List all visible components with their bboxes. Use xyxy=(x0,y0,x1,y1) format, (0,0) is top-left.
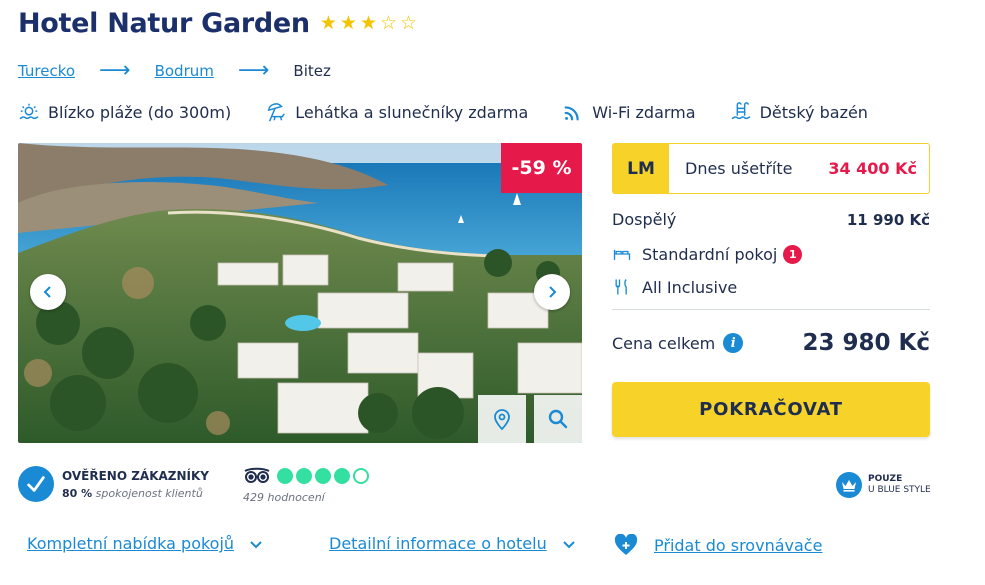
star-empty-icon: ☆ xyxy=(379,12,398,34)
adults-amount: 11 990 Kč xyxy=(846,210,930,229)
breadcrumb-region-link[interactable]: Bodrum xyxy=(155,62,214,80)
continue-button[interactable]: POKRAČOVAT xyxy=(612,382,930,437)
satisfaction: 80 % spokojenost klientů xyxy=(62,487,209,500)
blue-style-line2: U BLUE STYLE xyxy=(868,485,931,495)
rooms-offer-link[interactable]: Kompletní nabídka pokojů xyxy=(27,534,264,553)
verified-title: OVĚŘENO ZÁKAZNÍKY xyxy=(62,468,209,483)
feature-sunbeds: Lehátka a slunečníky zdarma xyxy=(265,101,528,123)
bubble-empty xyxy=(353,468,369,484)
review-count: 429 hodnocení xyxy=(243,491,325,504)
verified-reviews: OVĚŘENO ZÁKAZNÍKY 80 % spokojenost klien… xyxy=(18,466,209,502)
save-amount: 34 400 Kč xyxy=(828,159,917,178)
arrow-right-icon: ⟶ xyxy=(99,58,131,83)
add-to-compare-link[interactable]: Přidat do srovnávače xyxy=(614,534,822,556)
hotel-header: Hotel Natur Garden ★ ★ ★ ☆ ☆ xyxy=(18,8,417,39)
zoom-button[interactable] xyxy=(534,395,582,443)
lm-badge: LM xyxy=(613,144,669,193)
feature-label: Wi-Fi zdarma xyxy=(592,102,696,122)
crown-icon xyxy=(836,472,862,498)
divider xyxy=(612,309,930,310)
last-minute-box: LM Dnes ušetříte 34 400 Kč xyxy=(612,143,930,194)
star-rating: ★ ★ ★ ☆ ☆ xyxy=(320,14,417,33)
hotel-title: Hotel Natur Garden xyxy=(18,8,310,39)
total-row: Cena celkem i 23 980 Kč xyxy=(612,330,930,356)
price-panel: LM Dnes ušetříte 34 400 Kč Dospělý 11 99… xyxy=(612,143,930,437)
satisfaction-value: 80 % xyxy=(62,486,93,500)
star-filled-icon: ★ xyxy=(319,12,337,34)
room-count-badge: 1 xyxy=(783,244,803,264)
feature-beach: Blízko pláže (do 300m) xyxy=(18,101,231,123)
room-label: Standardní pokoj xyxy=(642,244,778,264)
save-label: Dnes ušetříte xyxy=(685,159,793,178)
gallery-next-button[interactable] xyxy=(534,274,570,310)
feature-label: Lehátka a slunečníky zdarma xyxy=(295,102,529,122)
feature-label: Dětský bazén xyxy=(759,102,868,122)
wifi-icon xyxy=(564,106,579,121)
pool-icon xyxy=(731,102,750,120)
checkmark-icon xyxy=(18,466,54,502)
adults-row: Dospělý 11 990 Kč xyxy=(612,210,930,229)
blue-style-line1: POUZE xyxy=(868,474,903,484)
room-row[interactable]: Standardní pokoj 1 xyxy=(612,244,930,264)
map-button[interactable] xyxy=(478,395,526,443)
board-row: All Inclusive xyxy=(612,277,930,297)
magnifier-icon xyxy=(548,409,568,429)
rating-bubbles xyxy=(277,468,369,484)
feature-kids-pool: Dětský bazén xyxy=(730,101,868,123)
chevron-down-icon xyxy=(250,540,262,548)
chevron-left-icon xyxy=(43,286,51,298)
star-filled-icon: ★ xyxy=(339,12,357,34)
adults-label: Dospělý xyxy=(612,210,677,229)
sunbed-umbrella-icon xyxy=(267,103,286,122)
chevron-right-icon xyxy=(549,286,557,298)
blue-style-badge: POUZE U BLUE STYLE xyxy=(836,472,931,498)
photo-gallery[interactable]: -59 % xyxy=(18,143,582,443)
bed-icon xyxy=(613,249,631,260)
heart-plus-icon xyxy=(614,534,638,555)
gallery-prev-button[interactable] xyxy=(30,274,66,310)
map-pin-icon xyxy=(494,409,510,431)
total-amount: 23 980 Kč xyxy=(802,330,931,356)
info-icon[interactable]: i xyxy=(723,333,744,353)
bubble-filled xyxy=(296,468,312,484)
breadcrumb: Turecko ⟶ Bodrum ⟶ Bitez xyxy=(18,60,331,82)
bubble-filled xyxy=(315,468,331,484)
hotel-details-link[interactable]: Detailní informace o hotelu xyxy=(329,534,577,553)
feature-label: Blízko pláže (do 300m) xyxy=(48,102,232,122)
breadcrumb-country-link[interactable]: Turecko xyxy=(18,62,75,80)
breadcrumb-current: Bitez xyxy=(293,62,331,80)
star-empty-icon: ☆ xyxy=(400,12,418,34)
board-label: All Inclusive xyxy=(642,277,738,297)
add-to-compare-label: Přidat do srovnávače xyxy=(654,535,823,555)
hotel-details-label: Detailní informace o hotelu xyxy=(329,534,547,553)
discount-badge: -59 % xyxy=(501,143,582,193)
arrow-right-icon: ⟶ xyxy=(237,58,270,83)
total-label-group: Cena celkem i xyxy=(612,333,744,353)
feature-wifi: Wi-Fi zdarma xyxy=(562,101,696,123)
bubble-filled xyxy=(334,468,350,484)
hotel-features: Blízko pláže (do 300m) Lehátka a slunečn… xyxy=(18,101,902,123)
satisfaction-label: spokojenost klientů xyxy=(95,486,203,500)
rooms-offer-label: Kompletní nabídka pokojů xyxy=(27,534,235,553)
total-label: Cena celkem xyxy=(612,333,716,353)
chevron-down-icon xyxy=(563,540,575,548)
cutlery-icon xyxy=(615,279,627,295)
star-filled-icon: ★ xyxy=(359,12,377,34)
tripadvisor-owl-icon xyxy=(244,467,270,483)
beach-icon xyxy=(19,103,39,120)
bubble-filled xyxy=(277,468,293,484)
tripadvisor-rating[interactable]: 429 hodnocení xyxy=(243,467,369,504)
